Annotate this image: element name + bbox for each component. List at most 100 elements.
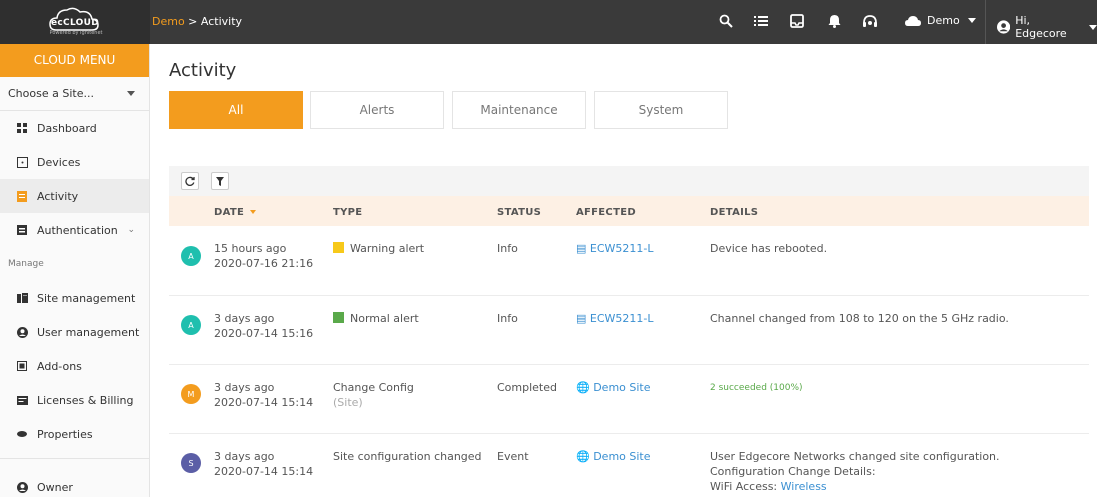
sidebar-item-label: Licenses & Billing: [37, 393, 134, 407]
chevron-down-icon: [967, 18, 976, 23]
user-menu[interactable]: Hi, Edgecore: [997, 14, 1097, 40]
user-avatar-icon: [997, 20, 1011, 34]
date-absolute: 2020-07-14 15:14: [214, 396, 314, 409]
type-label: Change Config: [333, 381, 414, 394]
type-label: Normal alert: [350, 312, 419, 325]
tab-all[interactable]: All: [169, 91, 303, 129]
device-icon: [16, 156, 28, 168]
access-point-icon: ▤: [576, 312, 587, 325]
globe-icon: 🌐: [576, 450, 590, 463]
cloud-menu-header: CLOUD MENU: [0, 44, 149, 77]
row-avatar: A: [181, 315, 201, 335]
affected-label: Demo Site: [593, 381, 651, 394]
wireless-link[interactable]: Wireless: [781, 480, 827, 493]
date-cell: 15 hours ago 2020-07-16 21:16: [214, 241, 313, 271]
affected-site-link[interactable]: 🌐 Demo Site: [576, 449, 651, 464]
tab-system[interactable]: System: [594, 91, 728, 129]
tab-alerts[interactable]: Alerts: [310, 91, 444, 129]
site-selector-label: Demo: [927, 14, 960, 27]
refresh-icon: [185, 176, 195, 186]
tab-maintenance[interactable]: Maintenance: [452, 91, 586, 129]
status-cell: Info: [497, 242, 518, 255]
column-header-type[interactable]: TYPE: [333, 207, 362, 218]
sidebar-item-label: Owner: [37, 480, 73, 494]
cloud-icon: [905, 15, 921, 26]
date-absolute: 2020-07-16 21:16: [214, 257, 314, 270]
sidebar-item-label: Dashboard: [37, 121, 97, 135]
sidebar-item-label: Properties: [37, 427, 93, 441]
search-icon[interactable]: [715, 10, 737, 32]
choose-site-dropdown[interactable]: Choose a Site...: [0, 77, 149, 111]
sidebar-item-site-management[interactable]: Site management: [0, 281, 149, 315]
addons-icon: [16, 360, 28, 372]
details-line: WiFi Access: Wireless: [710, 479, 1000, 494]
sidebar-item-user-management[interactable]: User management: [0, 315, 149, 349]
logo-subtext: Powered by Ignitenet: [49, 30, 103, 36]
chevron-down-icon: ⌄: [127, 225, 135, 235]
row-divider: [169, 364, 1089, 365]
details-cell: User Edgecore Networks changed site conf…: [710, 449, 1000, 494]
logo-text: ecCLOUD: [51, 18, 99, 28]
row-avatar: M: [181, 384, 201, 404]
row-divider: [169, 295, 1089, 296]
choose-site-label: Choose a Site...: [8, 87, 94, 100]
sidebar: CLOUD MENU Choose a Site... Dashboard De…: [0, 44, 150, 497]
inbox-icon[interactable]: [786, 10, 808, 32]
column-header-date[interactable]: DATE: [214, 207, 257, 218]
sidebar-item-devices[interactable]: Devices: [0, 145, 149, 179]
chevron-down-icon: [1089, 24, 1097, 30]
type-cell: Normal alert: [333, 311, 419, 326]
support-headset-icon[interactable]: [859, 10, 881, 32]
bell-icon[interactable]: [823, 10, 845, 32]
row-avatar: A: [181, 246, 201, 266]
column-header-affected[interactable]: AFFECTED: [576, 207, 636, 218]
date-relative: 3 days ago: [214, 450, 275, 463]
sidebar-item-owner[interactable]: Owner: [0, 470, 150, 497]
topbar-divider: [985, 0, 986, 44]
refresh-button[interactable]: [181, 172, 199, 190]
sidebar-item-dashboard[interactable]: Dashboard: [0, 111, 149, 145]
affected-device-link[interactable]: ▤ ECW5211-L: [576, 241, 654, 256]
sidebar-item-activity[interactable]: Activity: [0, 179, 149, 213]
status-cell: Event: [497, 450, 529, 463]
sidebar-item-licenses-billing[interactable]: Licenses & Billing: [0, 383, 149, 417]
properties-icon: [16, 428, 28, 440]
sidebar-item-add-ons[interactable]: Add-ons: [0, 349, 149, 383]
sidebar-item-properties[interactable]: Properties: [0, 417, 149, 451]
site-selector[interactable]: Demo: [904, 14, 976, 27]
sidebar-item-label: Devices: [37, 155, 81, 169]
authentication-icon: [16, 224, 28, 236]
breadcrumb: Demo > Activity: [152, 15, 242, 28]
type-cell: Site configuration changed: [333, 450, 482, 463]
column-header-status[interactable]: STATUS: [497, 207, 541, 218]
details-success-text: 2 succeeded (100%): [710, 383, 803, 393]
status-cell: Completed: [497, 381, 557, 394]
sidebar-item-label: Activity: [37, 189, 79, 203]
user-icon: [16, 326, 28, 338]
date-cell: 3 days ago 2020-07-14 15:14: [214, 380, 313, 410]
affected-site-link[interactable]: 🌐 Demo Site: [576, 380, 651, 395]
logo[interactable]: ecCLOUD Powered by Ignitenet: [0, 0, 150, 44]
sidebar-item-authentication[interactable]: Authentication ⌄: [0, 213, 149, 247]
filter-button[interactable]: [211, 172, 229, 190]
row-avatar: S: [181, 453, 201, 473]
affected-device-link[interactable]: ▤ ECW5211-L: [576, 311, 654, 326]
breadcrumb-separator: >: [184, 15, 201, 28]
user-greeting: Hi, Edgecore: [1015, 14, 1067, 40]
sort-descending-icon: [250, 210, 257, 214]
date-relative: 15 hours ago: [214, 242, 287, 255]
column-header-details[interactable]: DETAILS: [710, 207, 758, 218]
top-bar: ecCLOUD Powered by Ignitenet Demo > Acti…: [0, 0, 1097, 44]
dashboard-icon: [16, 122, 28, 134]
sidebar-divider: [0, 458, 150, 459]
list-icon[interactable]: [750, 10, 772, 32]
type-label: Warning alert: [350, 242, 425, 255]
page-title: Activity: [169, 60, 237, 81]
globe-icon: 🌐: [576, 381, 590, 394]
sidebar-item-label: User management: [37, 325, 140, 339]
filter-icon: [216, 176, 224, 186]
date-cell: 3 days ago 2020-07-14 15:14: [214, 449, 313, 479]
column-header-label: DATE: [214, 207, 245, 218]
type-sublabel: (Site): [333, 396, 363, 409]
breadcrumb-site-link[interactable]: Demo: [152, 15, 185, 28]
